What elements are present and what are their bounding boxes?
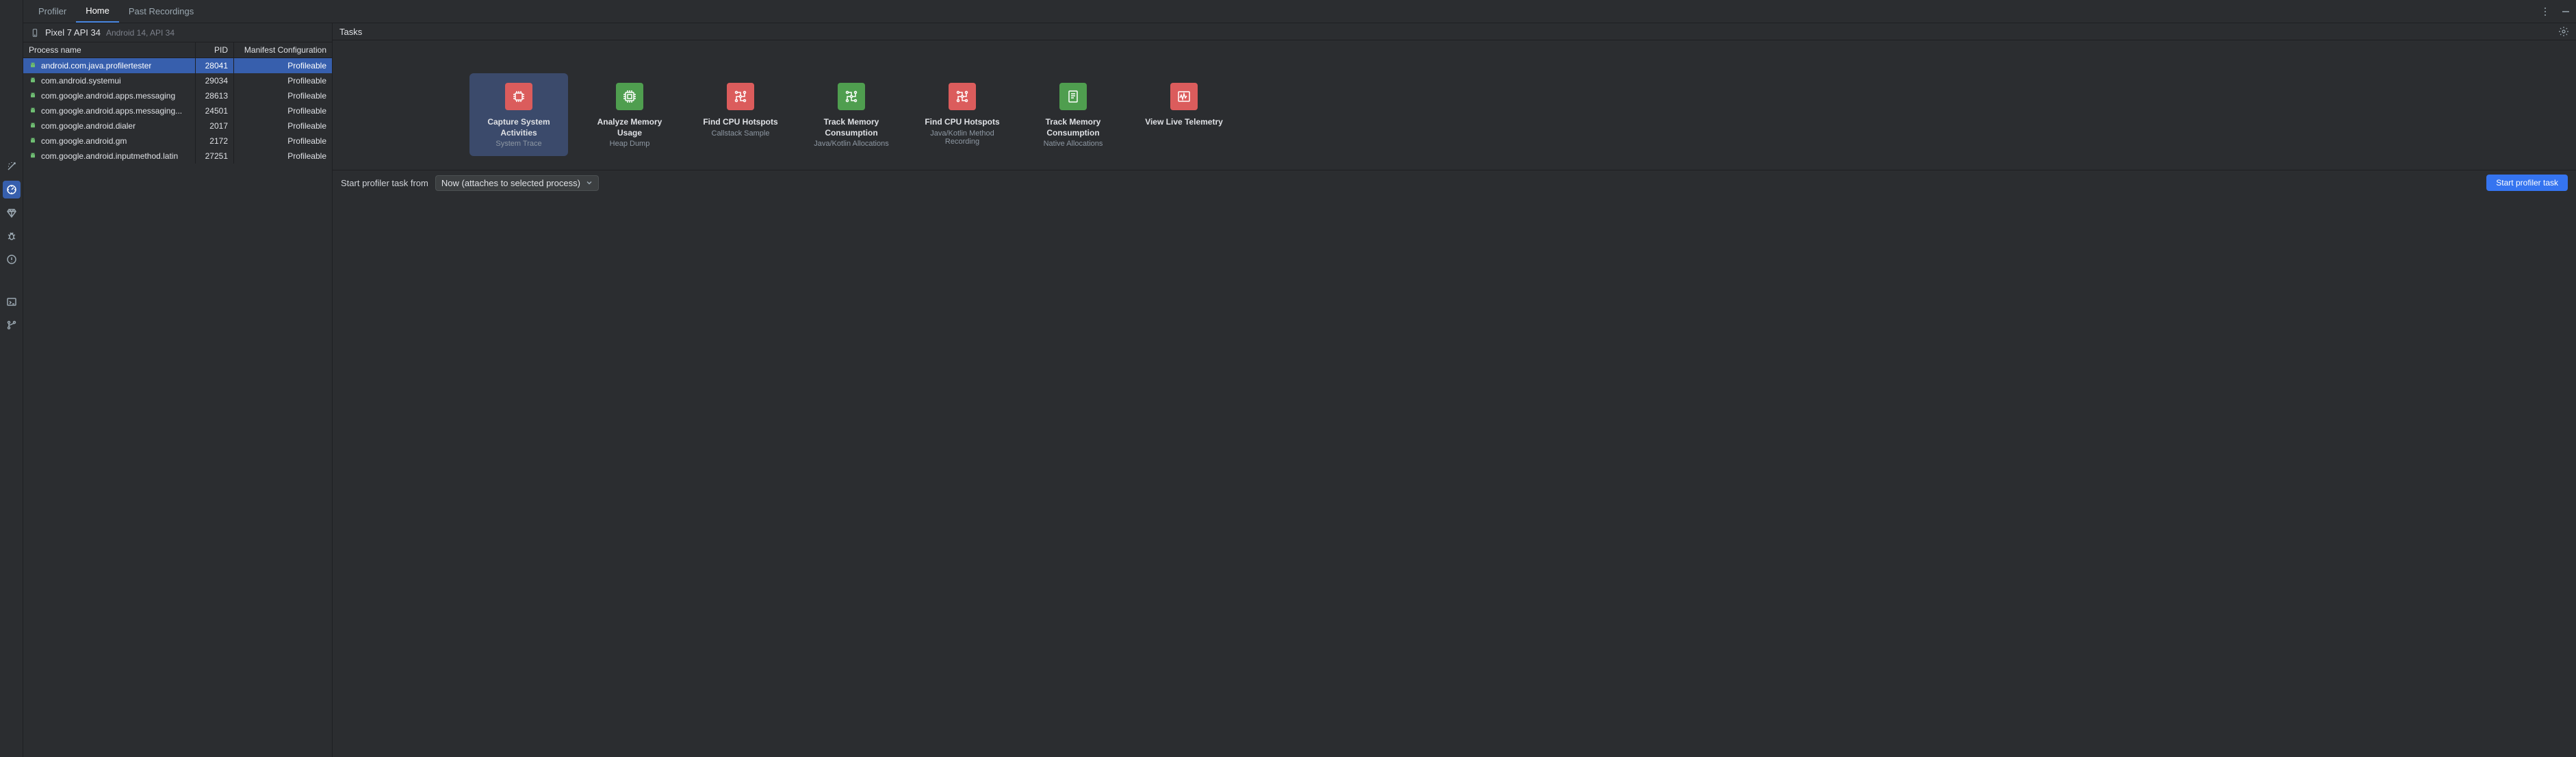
android-icon: [29, 107, 37, 115]
bug-icon[interactable]: [3, 227, 21, 245]
android-icon: [29, 92, 37, 100]
task-title: Analyze Memory Usage: [586, 117, 673, 138]
start-profiler-button[interactable]: Start profiler task: [2486, 175, 2568, 191]
tasks-panel: Tasks Capture System Activities System T…: [333, 23, 2576, 757]
task-card[interactable]: Find CPU Hotspots Callstack Sample: [691, 73, 790, 156]
process-pid: 29034: [195, 73, 233, 88]
table-row[interactable]: com.google.android.inputmethod.latin 272…: [23, 149, 332, 164]
process-manifest: Profileable: [233, 103, 332, 118]
more-icon[interactable]: [2535, 0, 2555, 23]
table-row[interactable]: com.google.android.gm 2172 Profileable: [23, 133, 332, 149]
process-pid: 28613: [195, 88, 233, 103]
tool-rail: [0, 0, 23, 757]
process-pid: 2017: [195, 118, 233, 133]
android-icon: [29, 137, 37, 145]
process-manifest: Profileable: [233, 88, 332, 103]
start-from-select[interactable]: Now (attaches to selected process): [435, 175, 599, 191]
table-row[interactable]: android.com.java.profilertester 28041 Pr…: [23, 58, 332, 73]
task-card[interactable]: Capture System Activities System Trace: [469, 73, 568, 156]
wand-icon[interactable]: [3, 157, 21, 175]
process-manifest: Profileable: [233, 58, 332, 73]
process-pid: 24501: [195, 103, 233, 118]
task-sub: Java/Kotlin Method Recording: [918, 129, 1006, 146]
android-icon: [29, 77, 37, 85]
task-card[interactable]: Track Memory Consumption Native Allocati…: [1024, 73, 1122, 156]
branch-icon[interactable]: [3, 316, 21, 334]
android-icon: [29, 62, 37, 70]
doc-icon: [1059, 83, 1087, 110]
process-name: com.google.android.inputmethod.latin: [41, 151, 178, 161]
task-sub: Callstack Sample: [697, 129, 784, 138]
table-row[interactable]: com.google.android.apps.messaging... 245…: [23, 103, 332, 118]
chevron-down-icon: [586, 179, 593, 186]
process-manifest: Profileable: [233, 149, 332, 164]
task-title: Find CPU Hotspots: [918, 117, 1006, 128]
process-name: com.android.systemui: [41, 76, 121, 86]
process-name: com.google.android.gm: [41, 136, 127, 146]
task-card[interactable]: Track Memory Consumption Java/Kotlin All…: [802, 73, 901, 156]
process-manifest: Profileable: [233, 118, 332, 133]
circuit-icon: [727, 83, 754, 110]
process-pid: 27251: [195, 149, 233, 164]
tab-home[interactable]: Home: [76, 0, 119, 23]
task-title: Capture System Activities: [475, 117, 563, 138]
table-row[interactable]: com.google.android.dialer 2017 Profileab…: [23, 118, 332, 133]
circuit-icon: [838, 83, 865, 110]
diamond-icon[interactable]: [3, 204, 21, 222]
chip-icon: [616, 83, 643, 110]
process-name: com.google.android.apps.messaging...: [41, 106, 182, 116]
android-icon: [29, 122, 37, 130]
process-name: android.com.java.profilertester: [41, 61, 151, 70]
table-row[interactable]: com.google.android.apps.messaging 28613 …: [23, 88, 332, 103]
task-title: View Live Telemetry: [1140, 117, 1228, 128]
cpu-icon: [505, 83, 532, 110]
process-pid: 2172: [195, 133, 233, 149]
footer-bar: Start profiler task from Now (attaches t…: [333, 170, 2576, 195]
task-title: Find CPU Hotspots: [697, 117, 784, 128]
profiler-icon[interactable]: [3, 181, 21, 198]
select-value: Now (attaches to selected process): [441, 178, 580, 188]
device-icon: [30, 28, 40, 38]
th-pid[interactable]: PID: [195, 42, 233, 57]
process-manifest: Profileable: [233, 73, 332, 88]
wave-icon: [1170, 83, 1198, 110]
top-tabbar: Profiler Home Past Recordings: [23, 0, 2576, 23]
tab-profiler[interactable]: Profiler: [29, 0, 76, 23]
process-sidebar: Pixel 7 API 34 Android 14, API 34 Proces…: [23, 23, 333, 757]
th-process[interactable]: Process name: [23, 42, 195, 57]
footer-label: Start profiler task from: [341, 178, 428, 188]
task-title: Track Memory Consumption: [808, 117, 895, 138]
circuit-icon: [949, 83, 976, 110]
task-card[interactable]: Find CPU Hotspots Java/Kotlin Method Rec…: [913, 73, 1012, 156]
process-name: com.google.android.apps.messaging: [41, 91, 175, 101]
process-manifest: Profileable: [233, 133, 332, 149]
device-sub: Android 14, API 34: [106, 28, 175, 38]
task-card[interactable]: Analyze Memory Usage Heap Dump: [580, 73, 679, 156]
device-row[interactable]: Pixel 7 API 34 Android 14, API 34: [23, 23, 332, 42]
process-table-body: android.com.java.profilertester 28041 Pr…: [23, 58, 332, 164]
task-sub: Java/Kotlin Allocations: [808, 140, 895, 148]
process-name: com.google.android.dialer: [41, 121, 136, 131]
device-name: Pixel 7 API 34: [45, 27, 101, 38]
process-table-header: Process name PID Manifest Configuration: [23, 42, 332, 58]
warning-icon[interactable]: [3, 251, 21, 268]
th-manifest[interactable]: Manifest Configuration: [233, 42, 332, 57]
tab-past-recordings[interactable]: Past Recordings: [119, 0, 203, 23]
tasks-grid: Capture System Activities System Trace A…: [333, 40, 2576, 170]
android-icon: [29, 152, 37, 160]
tasks-header: Tasks: [339, 27, 362, 37]
task-sub: Native Allocations: [1029, 140, 1117, 148]
terminal-icon[interactable]: [3, 293, 21, 311]
process-pid: 28041: [195, 58, 233, 73]
task-sub: System Trace: [475, 140, 563, 148]
gear-icon[interactable]: [2558, 26, 2569, 37]
task-title: Track Memory Consumption: [1029, 117, 1117, 138]
task-sub: Heap Dump: [586, 140, 673, 148]
table-row[interactable]: com.android.systemui 29034 Profileable: [23, 73, 332, 88]
minimize-icon[interactable]: [2555, 0, 2576, 23]
task-card[interactable]: View Live Telemetry: [1135, 73, 1233, 156]
